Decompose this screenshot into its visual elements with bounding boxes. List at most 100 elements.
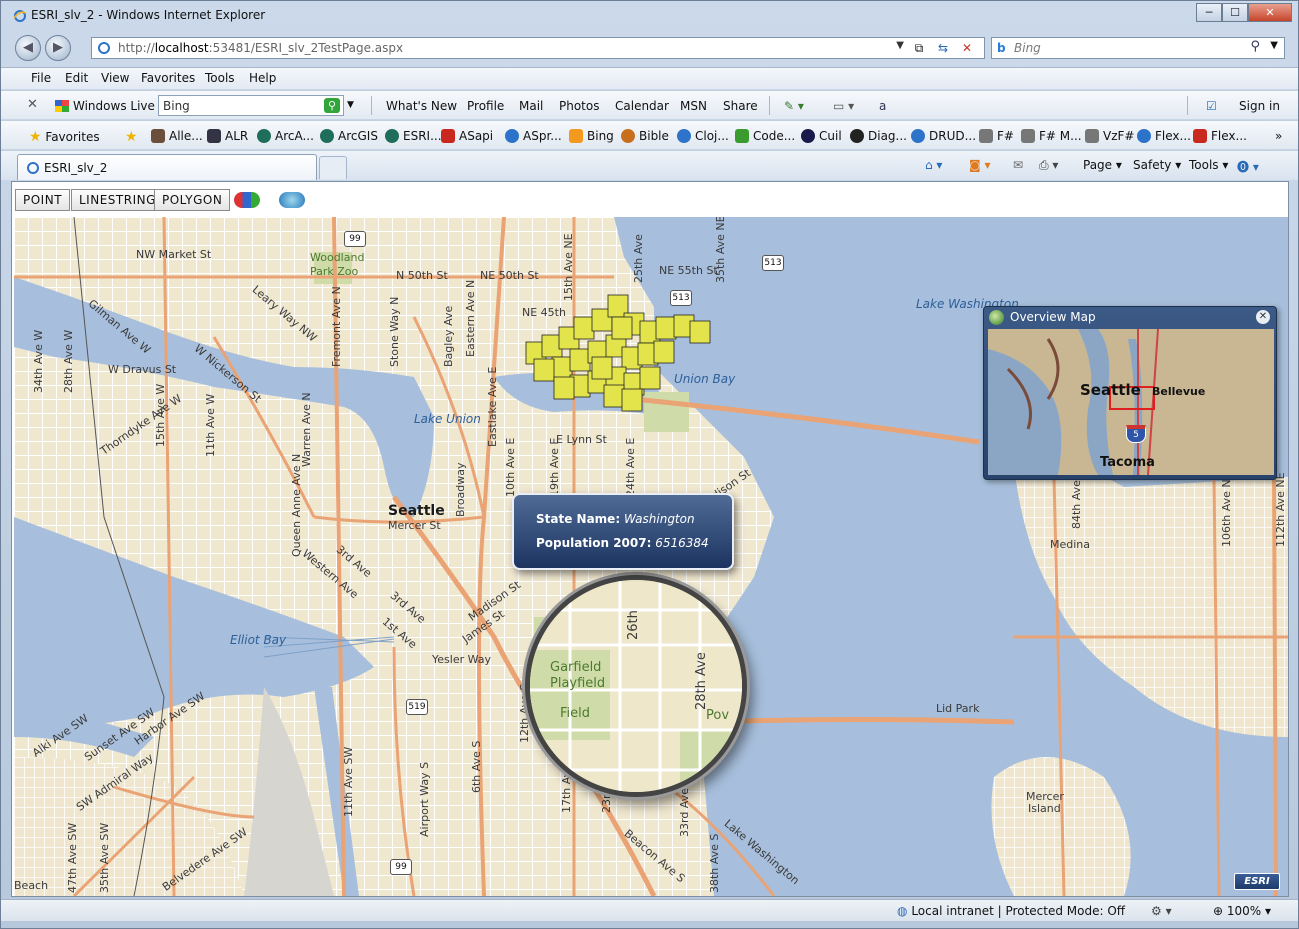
fav-arca[interactable]: ArcA...: [257, 129, 314, 143]
fav-alr[interactable]: ALR: [207, 129, 248, 143]
new-tab-button[interactable]: [319, 156, 347, 179]
map-label: Eastern Ave N: [464, 279, 477, 357]
sign-in-link[interactable]: Sign in: [1239, 99, 1280, 113]
help-icon[interactable]: ⓿ ▾: [1237, 158, 1259, 175]
menu-edit[interactable]: Edit: [65, 71, 88, 85]
page-menu[interactable]: Page ▾: [1083, 158, 1122, 172]
refresh-icon[interactable]: ⇆: [934, 40, 952, 56]
menu-tools[interactable]: Tools: [205, 71, 235, 85]
map-label: 106th Ave NE: [1220, 472, 1233, 547]
live-link-whats-new[interactable]: What's New: [386, 99, 457, 113]
intranet-globe-icon: ◍: [897, 904, 908, 918]
fav-fsharp[interactable]: F#: [979, 129, 1014, 143]
menu-view[interactable]: View: [101, 71, 129, 85]
magnifier-label: 28th Ave: [694, 652, 709, 710]
address-dropdown-icon[interactable]: ▼: [896, 40, 904, 51]
stop-icon[interactable]: ✕: [958, 40, 976, 56]
tools-menu[interactable]: Tools ▾: [1189, 158, 1228, 172]
address-url[interactable]: http://localhost:53481/ESRI_slv_2TestPag…: [118, 41, 403, 55]
fav-fsharp-m[interactable]: F# M...: [1021, 129, 1082, 143]
map-label: Queen Anne Ave N: [290, 453, 303, 557]
overview-map-panel[interactable]: Overview Map ✕ Seattle Bellevue Tacoma 5: [983, 306, 1277, 480]
linestring-button[interactable]: LINESTRING: [71, 189, 164, 211]
map-label: NW Market St: [136, 248, 212, 261]
fav-cloj[interactable]: Cloj...: [677, 129, 729, 143]
overview-interstate-shield: 5: [1126, 425, 1146, 443]
fav-arcgis[interactable]: ArcGIS: [320, 129, 378, 143]
signin-check-icon: ☑: [1206, 99, 1217, 113]
map-label: E Lynn St: [556, 433, 607, 446]
live-search-dropdown-icon[interactable]: ▼: [347, 100, 354, 110]
back-button[interactable]: ◀: [15, 35, 41, 61]
globe-icon[interactable]: [279, 192, 305, 208]
maximize-button[interactable]: ☐: [1222, 3, 1248, 22]
more-favorites-icon[interactable]: »: [1275, 129, 1282, 143]
fav-bible[interactable]: Bible: [621, 129, 669, 143]
map-label: N 50th St: [396, 269, 448, 282]
add-favorite-icon[interactable]: ★: [125, 129, 138, 145]
menu-help[interactable]: Help: [249, 71, 276, 85]
magnifier-label: Field: [560, 706, 591, 721]
tab-esri-slv-2[interactable]: ESRI_slv_2: [17, 154, 317, 180]
search-box[interactable]: b Bing ⚲ ▼: [991, 37, 1285, 59]
route-shield: 99: [344, 231, 366, 247]
compatibility-icon[interactable]: ⧉: [910, 40, 928, 56]
menu-file[interactable]: File: [31, 71, 51, 85]
windows-live-brand[interactable]: Windows Live: [55, 99, 155, 113]
map-label: Park Zoo: [310, 265, 359, 278]
overview-close-button[interactable]: ✕: [1256, 310, 1270, 324]
live-link-photos[interactable]: Photos: [559, 99, 599, 113]
form-fill-icon[interactable]: ▭ ▾: [833, 99, 854, 113]
live-search-go-icon[interactable]: ⚲: [324, 98, 340, 113]
live-link-calendar[interactable]: Calendar: [615, 99, 669, 113]
drawing-toolbar: POINT LINESTRING POLYGON: [12, 182, 1288, 216]
address-bar[interactable]: http://localhost:53481/ESRI_slv_2TestPag…: [91, 37, 985, 59]
layer-toggle-icon[interactable]: [234, 192, 260, 208]
polygon-button[interactable]: POLYGON: [154, 189, 231, 211]
close-toolbar-icon[interactable]: ✕: [27, 97, 38, 112]
minimize-button[interactable]: ─: [1196, 3, 1222, 22]
highlight-icon[interactable]: ✎ ▾: [784, 99, 804, 113]
fav-aspr[interactable]: ASpr...: [505, 129, 562, 143]
search-input[interactable]: Bing: [1014, 41, 1041, 55]
zoom-level[interactable]: ⊕ 100% ▾: [1213, 904, 1271, 918]
fav-alle[interactable]: Alle...: [151, 129, 203, 143]
fav-code[interactable]: Code...: [735, 129, 795, 143]
live-link-share[interactable]: Share: [723, 99, 758, 113]
fav-diag[interactable]: Diag...: [850, 129, 907, 143]
point-button[interactable]: POINT: [15, 189, 71, 211]
fav-drud[interactable]: DRUD...: [911, 129, 976, 143]
fav-vzf[interactable]: VzF#: [1085, 129, 1134, 143]
live-link-msn[interactable]: MSN: [680, 99, 707, 113]
map-label: NE 50th St: [480, 269, 539, 282]
fav-bing[interactable]: Bing: [569, 129, 614, 143]
magnifier-lens[interactable]: Garfield Playfield Field 26th 28th Ave P…: [525, 575, 747, 797]
map-label: 11th Ave W: [204, 393, 217, 457]
search-icon[interactable]: ⚲: [1250, 39, 1260, 54]
fav-flex-1[interactable]: Flex...: [1137, 129, 1191, 143]
map-label: 15th Ave W: [154, 383, 167, 447]
map-view[interactable]: NW Market St N 50th St NE 50th St NE 55t…: [14, 217, 1288, 896]
close-button[interactable]: ✕: [1248, 3, 1292, 22]
home-icon[interactable]: ⌂ ▾: [925, 158, 942, 172]
live-link-profile[interactable]: Profile: [467, 99, 504, 113]
mail-icon[interactable]: ✉: [1013, 158, 1023, 172]
forward-button[interactable]: ▶: [45, 35, 71, 61]
search-dropdown-icon[interactable]: ▼: [1270, 40, 1278, 51]
favorites-button[interactable]: ★ Favorites: [29, 129, 100, 145]
fav-esri[interactable]: ESRI...: [385, 129, 442, 143]
live-search-input[interactable]: Bing ⚲: [158, 95, 344, 116]
protected-mode-icon[interactable]: ⚙ ▾: [1151, 904, 1172, 918]
fav-cuil[interactable]: Cuil: [801, 129, 842, 143]
menu-favorites[interactable]: Favorites: [141, 71, 195, 85]
map-label: 38th Ave S: [708, 833, 721, 893]
feeds-icon[interactable]: ◙ ▾: [969, 158, 990, 172]
translate-icon[interactable]: a: [879, 99, 886, 113]
live-link-mail[interactable]: Mail: [519, 99, 543, 113]
fav-flex-2[interactable]: Flex...: [1193, 129, 1247, 143]
print-icon[interactable]: ⎙ ▾: [1039, 158, 1058, 173]
safety-menu[interactable]: Safety ▾: [1133, 158, 1181, 172]
map-label: Airport Way S: [418, 761, 431, 837]
overview-map[interactable]: Seattle Bellevue Tacoma 5: [988, 329, 1274, 475]
fav-asapi[interactable]: ASapi: [441, 129, 493, 143]
